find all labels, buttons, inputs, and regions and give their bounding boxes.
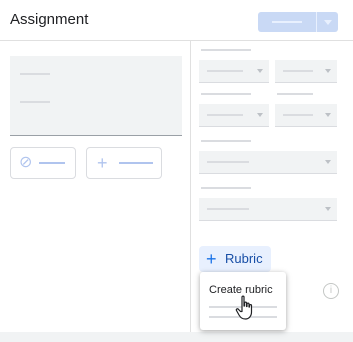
grade-category-select-value: [207, 208, 249, 210]
due-select-value: [283, 114, 313, 116]
topic-select[interactable]: [199, 151, 337, 174]
for-label: [201, 49, 251, 51]
points-select-value: [207, 114, 243, 116]
assign-split-button[interactable]: [258, 12, 338, 32]
points-select[interactable]: [199, 104, 269, 127]
rubric-section-label: [201, 187, 251, 189]
create-button[interactable]: +: [86, 147, 162, 179]
info-icon[interactable]: i: [323, 283, 339, 299]
title-field[interactable]: [10, 56, 182, 93]
assign-button-label: [272, 21, 302, 23]
assignment-window: Assignment ⊘ + + Rubric i Create rubric: [0, 0, 353, 332]
class-select[interactable]: [199, 60, 269, 83]
plus-icon: +: [97, 153, 108, 173]
instructions-field-placeholder: [20, 101, 50, 103]
hand-cursor-icon: [235, 295, 253, 320]
rubric-button-label: Rubric: [225, 251, 263, 266]
add-attachment-button[interactable]: ⊘: [10, 147, 76, 179]
page-title: Assignment: [10, 11, 89, 28]
paperclip-icon: ⊘: [19, 154, 33, 171]
title-field-placeholder: [20, 73, 50, 75]
due-label: [277, 93, 313, 95]
assign-button[interactable]: [258, 12, 316, 32]
chevron-down-icon: [325, 207, 331, 211]
students-select[interactable]: [275, 60, 337, 83]
chevron-down-icon: [257, 69, 263, 73]
students-select-value: [283, 70, 313, 72]
header-bar: Assignment: [0, 0, 353, 41]
chevron-down-icon[interactable]: [317, 12, 338, 32]
chevron-down-icon: [257, 113, 263, 117]
topic-label: [201, 140, 251, 142]
topic-select-value: [207, 161, 249, 163]
add-rubric-button[interactable]: + Rubric: [199, 246, 271, 272]
chevron-down-icon: [325, 160, 331, 164]
points-label: [201, 93, 251, 95]
attachment-button-label: [39, 162, 65, 164]
chevron-down-icon: [325, 69, 331, 73]
due-select[interactable]: [275, 104, 337, 127]
left-panel: ⊘ +: [0, 41, 190, 332]
chevron-down-icon: [325, 113, 331, 117]
create-button-label: [119, 162, 153, 164]
plus-icon: +: [206, 249, 217, 269]
grade-category-select[interactable]: [199, 198, 337, 221]
instructions-field[interactable]: [10, 89, 182, 136]
class-select-value: [207, 70, 243, 72]
